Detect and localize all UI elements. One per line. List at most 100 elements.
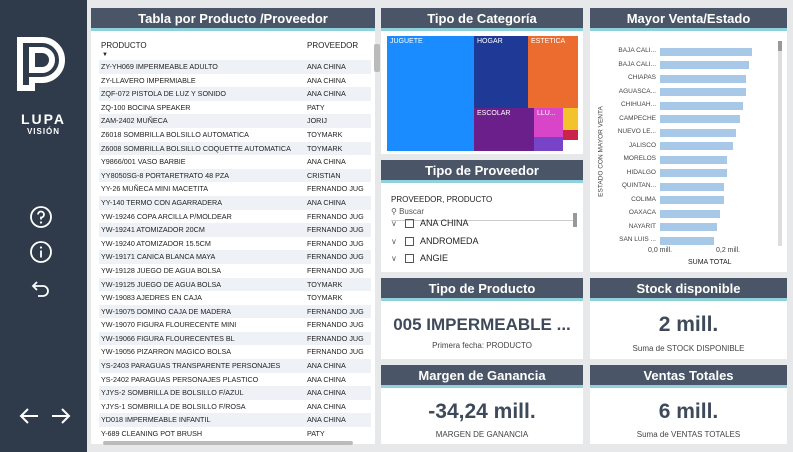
bar-category-label: BAJA CALI... [618, 47, 656, 54]
bar[interactable] [660, 169, 727, 177]
table-row[interactable]: YD018 IMPERMEABLE INFANTIL ANA CHINA [99, 413, 371, 428]
slicer-item[interactable]: ∨ ANA CHINA [391, 218, 469, 228]
bar[interactable] [660, 142, 734, 150]
table-row[interactable]: YW-19070 FIGURA FLOURECENTE MINI FERNANDO… [99, 318, 371, 332]
cell-producto: Z6008 SOMBRILLA BOLSILLO COQUETTE AUTOMA… [101, 143, 291, 153]
treemap-tile[interactable]: HOGAR [474, 36, 528, 108]
table-row[interactable]: ZY-LLAVERO IMPERMIABLE ANA CHINA [99, 74, 371, 88]
vertical-scrollbar[interactable] [374, 44, 380, 72]
bar[interactable] [660, 128, 737, 137]
cell-producto: YS-2402 PARAGUAS PERSONAJES PLASTICO [101, 374, 259, 384]
slicer-item[interactable]: ∨ ANGIE [391, 253, 448, 263]
chevron-down-icon[interactable]: ∨ [391, 254, 401, 263]
table-row[interactable]: YW-19066 FIGURA FLOURECENTES BL FERNANDO … [99, 331, 371, 346]
bar[interactable] [660, 61, 750, 69]
cell-proveedor: ANA CHINA [307, 75, 346, 85]
slicer-item[interactable]: ∨ ANDROMEDA [391, 236, 479, 246]
cell-producto: YW-19066 FIGURA FLOURECENTES BL [101, 333, 235, 343]
table-row[interactable]: Z6008 SOMBRILLA BOLSILLO COQUETTE AUTOMA… [99, 141, 371, 156]
table-row[interactable]: YJYS-1 SOMBRILLA DE BOLSILLO F/ROSA ANA C… [99, 400, 371, 414]
arrow-left-icon[interactable] [18, 404, 42, 428]
table-row[interactable]: ZQ-100 BOCINA SPEAKER PATY [99, 101, 371, 115]
cell-proveedor: ANA CHINA [307, 361, 346, 371]
treemap-tile[interactable]: JUGUETE [387, 36, 474, 151]
cell-proveedor: FERNANDO JUG [307, 333, 364, 343]
treemap-tile[interactable] [563, 130, 578, 140]
cell-producto: YW-19241 ATOMIZADOR 20CM [101, 225, 205, 235]
cell-producto: YW-19056 PIZARRON MAGICO BOLSA [101, 347, 232, 357]
treemap-tile[interactable] [563, 108, 578, 130]
cell-proveedor: FERNANDO JUG [307, 211, 364, 221]
table-row[interactable]: Z6018 SOMBRILLA BOLSILLO AUTOMATICA TOYMA… [99, 128, 371, 142]
stock-kpi-title: Stock disponible [590, 278, 787, 301]
bar-category-label: JALISCO [628, 141, 656, 149]
bar[interactable] [660, 182, 724, 191]
bar[interactable] [660, 223, 718, 231]
table-row[interactable]: YY8050SG-8 PORTARETRATO 48 PZA CRISTIAN [99, 168, 371, 183]
bar[interactable] [660, 88, 746, 96]
table-row[interactable]: YW-19241 ATOMIZADOR 20CM FERNANDO JUG [99, 223, 371, 237]
table-row[interactable]: YW-19125 JUEGO DE AGUA BOLSA TOYMARK [99, 277, 371, 292]
treemap-tile[interactable]: ESCOLAR [474, 108, 534, 151]
slicer-search[interactable]: ⚲ Buscar [391, 207, 424, 216]
treemap-tile[interactable]: LLU... [534, 108, 563, 137]
cell-proveedor: ANA CHINA [307, 89, 346, 99]
checkbox[interactable] [405, 253, 414, 263]
chevron-down-icon[interactable]: ∨ [391, 237, 401, 246]
chart-scrollbar[interactable] [778, 41, 782, 246]
arrow-right-icon[interactable] [48, 404, 72, 428]
treemap-tile[interactable]: ESTETICA [528, 36, 578, 108]
table-row[interactable]: Y9866/001 VASO BARBIE ANA CHINA [99, 155, 371, 169]
cell-producto: YW-19070 FIGURA FLOURECENTE MINI [101, 320, 237, 330]
bar[interactable] [660, 101, 743, 110]
table-row[interactable]: YW-19075 DOMINO CAJA DE MADERA FERNANDO J… [99, 304, 371, 319]
table-row[interactable]: YY-140 TERMO CON AGARRADERA ANA CHINA [99, 195, 371, 210]
margin-kpi-title: Margen de Ganancia [381, 365, 583, 388]
search-placeholder: Buscar [399, 207, 424, 216]
margin-kpi-card: Margen de Ganancia -34,24 mill. MARGEN D… [381, 365, 583, 444]
table-row[interactable]: YJYS-2 SOMBRILLA DE BOLSILLO F/AZUL ANA C… [99, 386, 371, 400]
table-row[interactable]: ZAM-2402 MUÑECA JORIJ [99, 114, 371, 128]
checkbox[interactable] [405, 218, 414, 228]
cell-proveedor: FERNANDO JUG [307, 184, 364, 194]
cell-proveedor: FERNANDO JUG [307, 238, 364, 248]
treemap-tile[interactable] [534, 137, 563, 151]
bar[interactable] [660, 236, 715, 245]
cell-producto: YW-19240 ATOMIZADOR 15.5CM [101, 238, 211, 248]
table-row[interactable]: YW-19056 PIZARRON MAGICO BOLSA FERNANDO J… [99, 345, 371, 359]
cell-proveedor: PATY [307, 429, 325, 437]
checkbox[interactable] [405, 236, 414, 246]
horizontal-scrollbar[interactable] [103, 441, 353, 445]
bar-category-label: CHIHUAH... [620, 101, 656, 108]
cell-proveedor: ANA CHINA [307, 157, 346, 167]
table-row[interactable]: YW-19083 AJEDRES EN CAJA TOYMARK [99, 291, 371, 305]
undo-icon[interactable] [29, 276, 53, 300]
table-row[interactable]: ZQF-072 PISTOLA DE LUZ Y SONIDO ANA CHINA [99, 87, 371, 101]
table-row[interactable]: YW-19128 JUEGO DE AGUA BOLSA FERNANDO JUG [99, 264, 371, 278]
supplier-title: Tipo de Proveedor [381, 160, 583, 183]
table-row[interactable]: YY-26 MUÑECA MINI MACETITA FERNANDO JUG [99, 182, 371, 196]
column-header-proveedor[interactable]: PROVEEDOR [307, 41, 358, 50]
question-circle-icon[interactable] [29, 205, 53, 229]
table-row[interactable]: YW-19246 COPA ARCILLA P/MOLDEAR FERNANDO … [99, 210, 371, 224]
y-axis-label: ESTADO CON MAYOR VENTA [597, 106, 605, 197]
bar[interactable] [660, 47, 753, 56]
bar[interactable] [660, 196, 724, 204]
table-row[interactable]: Y-689 CLEANING POT BRUSH PATY [99, 427, 371, 437]
product-kpi-subtitle: Primera fecha: PRODUCTO [432, 341, 532, 350]
info-circle-icon[interactable] [29, 240, 53, 264]
table-row[interactable]: YW-19171 CANICA BLANCA MAYA FERNANDO JUG [99, 250, 371, 264]
table-row[interactable]: ZY-YH069 IMPERMEABLE ADULTO ANA CHINA [99, 60, 371, 74]
column-header-producto[interactable]: PRODUCTO [101, 41, 147, 50]
cell-producto: YY-140 TERMO CON AGARRADERA [101, 197, 223, 207]
table-row[interactable]: YW-19240 ATOMIZADOR 15.5CM FERNANDO JUG [99, 237, 371, 251]
bar[interactable] [660, 209, 721, 218]
chevron-down-icon[interactable]: ∨ [391, 219, 401, 228]
bar[interactable] [660, 155, 727, 164]
bar[interactable] [660, 74, 746, 83]
table-row[interactable]: YS-2403 PARAGUAS TRANSPARENTE PERSONAJES… [99, 359, 371, 373]
bar[interactable] [660, 115, 740, 123]
table-row[interactable]: YS-2402 PARAGUAS PERSONAJES PLASTICO ANA … [99, 373, 371, 387]
cell-proveedor: FERNANDO JUG [307, 252, 364, 262]
slicer-scrollbar[interactable] [573, 213, 577, 227]
